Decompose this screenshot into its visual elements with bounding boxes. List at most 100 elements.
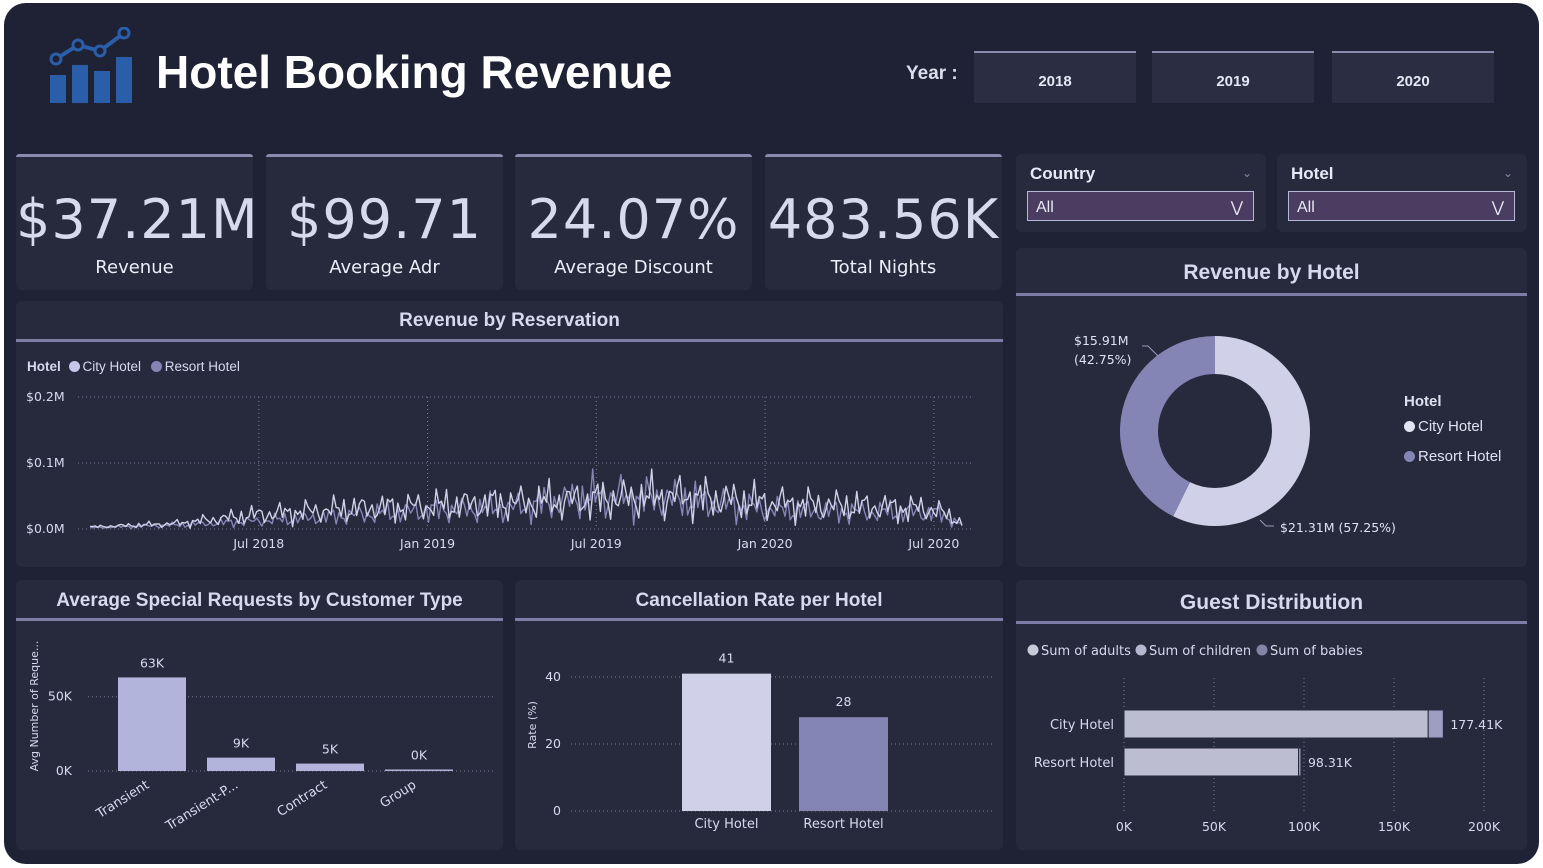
slicer-title: Country [1030, 164, 1096, 183]
kpi-card-average-adr: $99.71 Average Adr [266, 154, 503, 290]
kpi-label: Total Nights [830, 257, 937, 278]
y-tick-label: City Hotel [1050, 718, 1114, 733]
guest-distribution-bar-chart: Sum of adults Sum of children Sum of babie… [1027, 644, 1503, 834]
y-tick-label: 0K [56, 763, 73, 778]
y-axis-label: Avg Number of Reque... [28, 641, 41, 772]
y-tick-label: $0.0M [26, 521, 65, 536]
kpi-value: $99.71 [287, 188, 482, 251]
bar-chart-trend-icon [49, 27, 132, 103]
year-label: Year : [906, 63, 958, 84]
x-tick-label: Jul 2018 [232, 536, 284, 551]
x-tick-label: 200K [1468, 819, 1501, 834]
chevron-down-icon[interactable]: ⌄ [1242, 166, 1252, 180]
x-tick-label: Jan 2020 [737, 536, 793, 551]
legend-item: Sum of adults [1041, 644, 1131, 659]
bar [682, 673, 771, 811]
bar-segment [1427, 709, 1444, 739]
kpi-value: 24.07% [527, 188, 740, 251]
x-tick-label: 150K [1378, 819, 1411, 834]
y-axis-label: Rate (%) [526, 701, 539, 749]
legend-marker [1404, 451, 1415, 462]
y-tick-label: Resort Hotel [1034, 756, 1114, 771]
revenue-by-hotel-panel: Revenue by Hotel $21.31M (57.25%) $15.91M… [1016, 248, 1527, 567]
kpi-card-average-discount: 24.07% Average Discount [515, 154, 752, 290]
legend-marker [1404, 421, 1415, 432]
leader-line [1259, 519, 1274, 527]
legend-marker [1256, 644, 1268, 656]
y-tick-label: 20 [545, 736, 561, 751]
special-requests-panel: Average Special Requests by Customer Typ… [16, 580, 503, 850]
legend-marker [1135, 644, 1147, 656]
bar-segment [1123, 747, 1300, 777]
y-tick-label: 50K [48, 689, 73, 704]
donut-legend: Hotel City Hotel Resort Hotel [1404, 392, 1501, 472]
year-button-2020[interactable]: 2020 [1332, 51, 1494, 103]
data-label: 98.31K [1308, 755, 1353, 770]
year-button-2018[interactable]: 2018 [974, 51, 1136, 103]
legend-marker [1027, 644, 1039, 656]
slicer-title: Hotel [1291, 164, 1334, 183]
dashboard-frame: Hotel Booking Revenue Year : 2018 2019 2… [4, 3, 1539, 864]
cancellation-bar-chart: 0 20 40 Rate (%) 41 City Hotel 28 Resort Hotel [526, 651, 993, 832]
legend-item: Sum of children [1149, 644, 1251, 659]
kpi-card-revenue: $37.21M Revenue [16, 154, 259, 290]
y-tick-label: $0.2M [26, 389, 65, 404]
country-dropdown[interactable]: All ⋁ [1027, 191, 1254, 221]
chevron-down-icon: ⋁ [1230, 199, 1243, 216]
guest-distribution-panel: Guest Distribution Sum of adults Sum of c… [1016, 580, 1527, 850]
legend-label: Resort Hotel [1418, 448, 1502, 465]
legend-item-city-hotel[interactable]: City Hotel [1404, 412, 1501, 442]
data-label: 28 [836, 694, 852, 709]
hotel-slicer: Hotel ⌄ All ⋁ [1277, 154, 1527, 232]
dropdown-value: All [1036, 199, 1054, 216]
series-line-city-hotel [89, 468, 963, 529]
kpi-label: Revenue [95, 257, 174, 278]
data-label: 63K [140, 655, 165, 670]
data-label: (42.75%) [1074, 352, 1131, 367]
y-tick-label: 0 [553, 803, 561, 818]
x-tick-label: 100K [1288, 819, 1321, 834]
kpi-value: $37.21M [16, 188, 259, 251]
x-tick-label: Contract [275, 778, 330, 820]
bar [385, 769, 453, 771]
revenue-by-reservation-panel: Revenue by Reservation Hotel City Hotel … [16, 301, 1003, 567]
bar-segment [1123, 709, 1429, 739]
y-tick-label: $0.1M [26, 455, 65, 470]
kpi-label: Average Adr [329, 257, 440, 278]
legend-title: Hotel [1404, 393, 1442, 410]
kpi-label: Average Discount [554, 257, 713, 278]
x-tick-label: Resort Hotel [803, 817, 883, 832]
data-label: 5K [322, 742, 339, 757]
chevron-down-icon[interactable]: ⌄ [1503, 166, 1513, 180]
data-label: 177.41K [1450, 717, 1503, 732]
dropdown-value: All [1297, 199, 1315, 216]
revenue-line-chart: $0.0M $0.1M $0.2M Jul 2018 Jan 2019 Jul 2019 J… [26, 389, 974, 551]
x-tick-label: Transient-P... [163, 778, 242, 835]
x-tick-label: Group [378, 778, 420, 812]
bar [118, 677, 186, 771]
chevron-down-icon: ⋁ [1491, 199, 1504, 216]
data-label: 41 [719, 651, 735, 666]
data-label: 0K [411, 748, 428, 763]
bar-segment [1298, 747, 1302, 777]
x-tick-label: Jul 2020 [907, 536, 959, 551]
kpi-card-total-nights: 483.56K Total Nights [765, 154, 1002, 290]
data-label: 9K [233, 736, 250, 751]
bar [207, 757, 275, 771]
x-tick-label: 50K [1202, 819, 1227, 834]
bar [799, 717, 888, 811]
hotel-dropdown[interactable]: All ⋁ [1288, 191, 1515, 221]
cancellation-panel: Cancellation Rate per Hotel 0 20 40 Rate (%… [515, 580, 1003, 850]
year-button-2019[interactable]: 2019 [1152, 51, 1314, 103]
country-slicer: Country ⌄ All ⋁ [1016, 154, 1266, 232]
data-label: $15.91M [1074, 333, 1129, 348]
legend-item-resort-hotel[interactable]: Resort Hotel [1404, 442, 1501, 472]
kpi-value: 483.56K [767, 188, 1000, 251]
bar [296, 763, 364, 771]
legend-item: Sum of babies [1270, 644, 1363, 659]
x-tick-label: 0K [1116, 819, 1133, 834]
leader-line [1142, 345, 1159, 357]
x-tick-label: Jan 2019 [399, 536, 455, 551]
x-tick-label: Transient [93, 778, 152, 823]
legend-label: City Hotel [1418, 418, 1484, 435]
